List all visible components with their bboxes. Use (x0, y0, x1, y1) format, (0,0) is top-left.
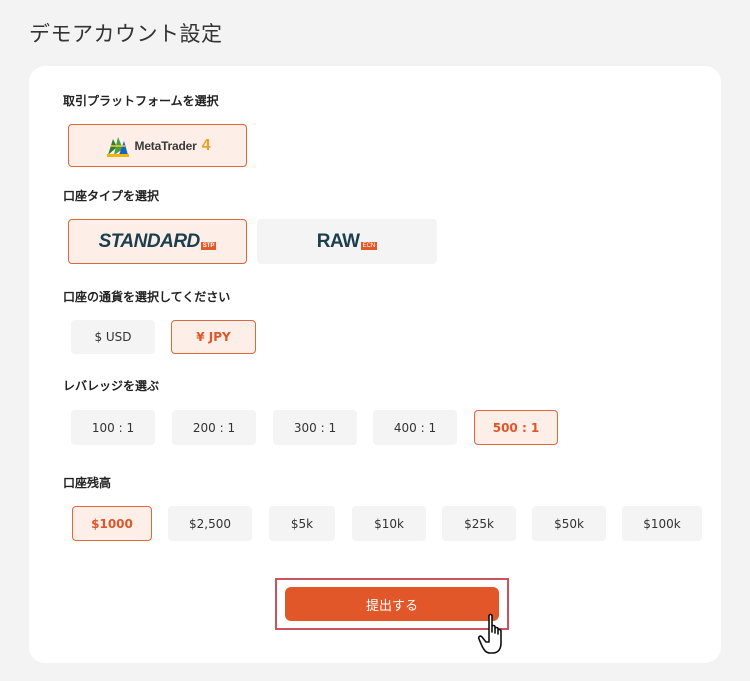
currency-usd[interactable]: $ USD (71, 320, 155, 354)
account-type-raw[interactable]: RAW ECN (257, 219, 437, 264)
standard-tag: STP (200, 241, 217, 250)
platform-label: 取引プラットフォームを選択 (63, 94, 219, 108)
currency-label: 口座の通貨を選択してください (63, 290, 231, 304)
leverage-200[interactable]: 200 : 1 (172, 410, 256, 445)
leverage-400[interactable]: 400 : 1 (373, 410, 457, 445)
leverage-500[interactable]: 500 : 1 (474, 410, 558, 445)
raw-word: RAW (316, 230, 360, 252)
page-title: デモアカウント設定 (29, 22, 223, 46)
leverage-label: レバレッジを選ぶ (63, 379, 160, 393)
settings-card: 取引プラットフォームを選択 MetaTrader 4 口座タイプを選択 STAN… (29, 66, 721, 663)
currency-jpy[interactable]: ¥ JPY (171, 320, 256, 354)
balance-50k[interactable]: $50k (532, 506, 606, 541)
leverage-100[interactable]: 100 : 1 (71, 410, 155, 445)
mouse-pointer-icon (477, 613, 502, 654)
balance-10k[interactable]: $10k (352, 506, 426, 541)
balance-label: 口座残高 (63, 476, 112, 490)
raw-logo: RAW ECN (317, 231, 378, 253)
standard-word: STANDARD (98, 230, 201, 252)
balance-100k[interactable]: $100k (622, 506, 702, 541)
leverage-300[interactable]: 300 : 1 (273, 410, 357, 445)
account-type-standard[interactable]: STANDARD STP (68, 219, 247, 264)
submit-button[interactable]: 提出する (285, 587, 499, 621)
metatrader-icon (106, 136, 129, 157)
standard-logo: STANDARD STP (99, 231, 217, 253)
platform-name: MetaTrader (134, 138, 197, 153)
balance-2500[interactable]: $2,500 (168, 506, 252, 541)
raw-tag: ECN (360, 241, 378, 250)
platform-option-mt4[interactable]: MetaTrader 4 (68, 124, 247, 167)
balance-1000[interactable]: $1000 (72, 506, 152, 541)
platform-version: 4 (201, 136, 211, 154)
balance-25k[interactable]: $25k (442, 506, 516, 541)
account-type-label: 口座タイプを選択 (63, 189, 160, 203)
balance-5k[interactable]: $5k (269, 506, 335, 541)
metatrader-logo: MetaTrader 4 (105, 133, 211, 159)
